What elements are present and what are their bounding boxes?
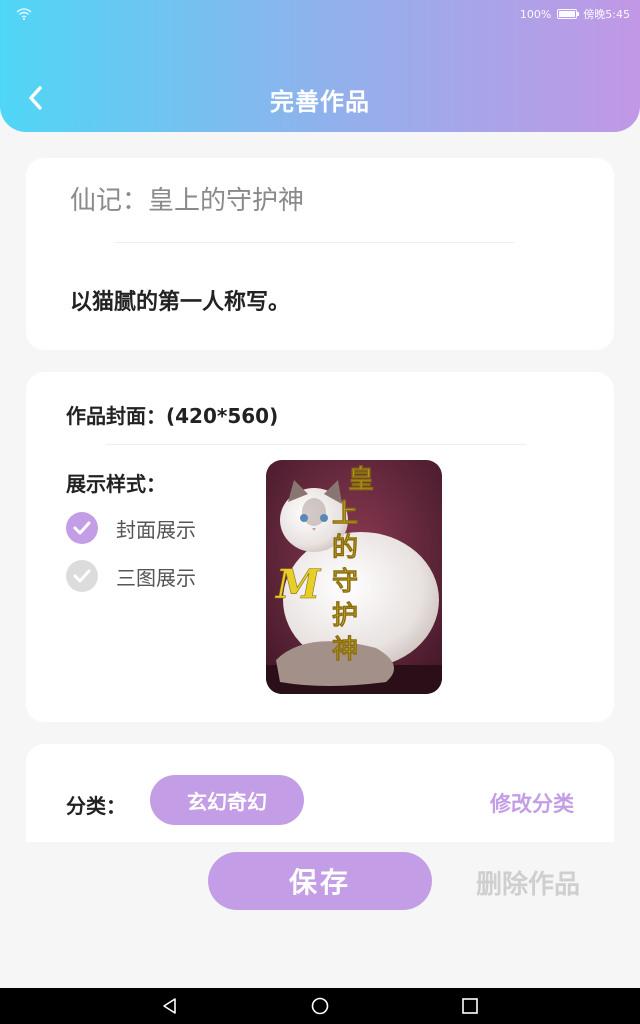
save-button[interactable]: 保存 <box>208 852 432 910</box>
option-cover-display[interactable]: 封面展示 <box>66 512 196 544</box>
divider <box>106 444 526 445</box>
svg-text:神: 神 <box>332 635 358 665</box>
battery-icon <box>557 9 580 19</box>
modify-category-link[interactable]: 修改分类 <box>490 788 574 818</box>
delete-work-button[interactable]: 删除作品 <box>476 864 580 901</box>
category-card: 分类： 玄幻奇幻 修改分类 <box>26 744 614 842</box>
system-nav-bar <box>0 988 640 1024</box>
work-info-card: 仙记：皇上的守护神 以猫腻的第一人称写。 <box>26 158 614 350</box>
option-label: 三图展示 <box>116 565 196 590</box>
nav-back-icon[interactable] <box>160 996 180 1016</box>
checkmark-icon <box>66 560 98 592</box>
cover-label: 作品封面：(420*560) <box>66 404 279 428</box>
cover-image-letter: M <box>274 561 322 608</box>
clock: 傍晚5:45 <box>583 8 630 21</box>
cover-image-title: 皇 <box>348 465 374 495</box>
header-bar: 100% 傍晚5:45 完善作品 <box>0 0 640 132</box>
svg-text:上: 上 <box>332 499 358 529</box>
checkmark-icon <box>66 512 98 544</box>
nav-home-icon[interactable] <box>310 996 330 1016</box>
divider <box>114 242 514 243</box>
battery-percent: 100% <box>519 7 552 21</box>
svg-text:守: 守 <box>332 566 358 597</box>
nav-recent-apps-icon[interactable] <box>460 996 480 1016</box>
svg-text:护: 护 <box>332 601 358 631</box>
display-style-label: 展示样式： <box>66 472 166 496</box>
svg-text:的: 的 <box>332 532 358 563</box>
work-description-field[interactable]: 以猫腻的第一人称写。 <box>70 284 290 316</box>
category-chip[interactable]: 玄幻奇幻 <box>150 775 304 825</box>
cover-image[interactable]: 皇 上 的 守 护 神 M <box>266 460 442 694</box>
category-label: 分类： <box>66 794 126 818</box>
cover-card: 作品封面：(420*560) 展示样式： 封面展示 三图展示 皇 上 的 守 护… <box>26 372 614 722</box>
wifi-icon <box>16 8 32 20</box>
work-title-field[interactable]: 仙记：皇上的守护神 <box>70 180 304 217</box>
option-three-image-display[interactable]: 三图展示 <box>66 560 196 592</box>
page-title: 完善作品 <box>270 88 370 116</box>
option-label: 封面展示 <box>116 517 196 542</box>
status-bar: 100% 傍晚5:45 <box>0 6 640 24</box>
